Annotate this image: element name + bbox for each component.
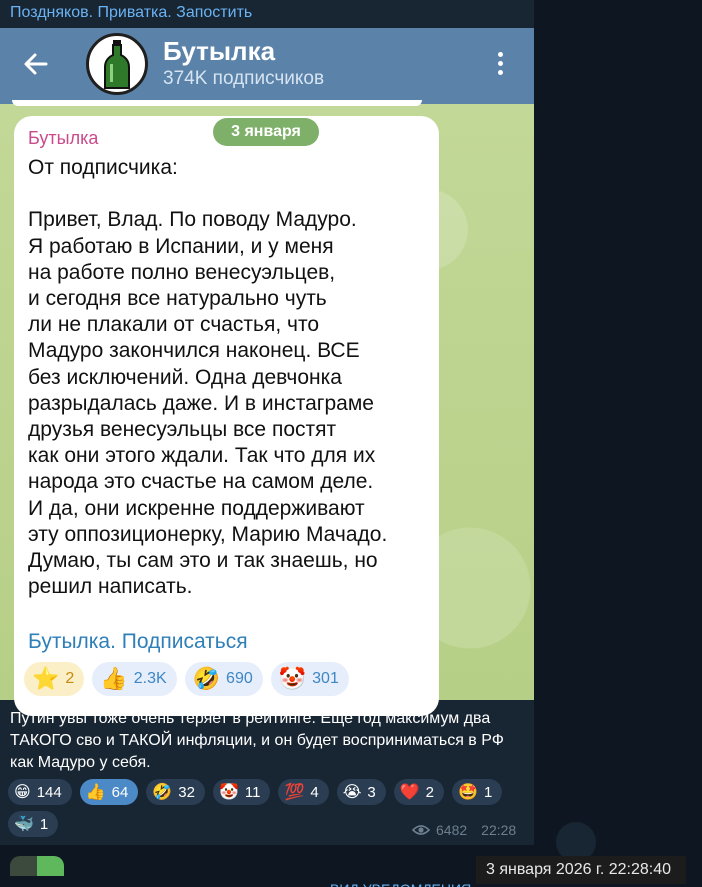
reaction-count: 690 [226,670,253,687]
channel-subscribers: 374K подписчиков [163,68,325,89]
eye-icon [412,825,430,835]
reaction-count: 64 [111,783,129,801]
reaction-count: 3 [367,783,376,801]
reaction-count: 2 [65,670,75,687]
reaction-count: 144 [36,783,62,801]
reaction-count: 1 [483,783,493,801]
reaction-clown[interactable]: 🤡 11 [212,779,271,805]
reaction-count: 32 [178,783,195,801]
back-arrow-icon [24,53,48,75]
next-message-avatar [10,856,64,876]
crying-face-icon: 😭 [342,784,362,801]
date-pill: 3 января [213,118,319,146]
reaction-star: ⭐ 2 [24,662,85,696]
cutoff-notification-text: ВИД УВЕДОМЛЕНИЯ [330,881,471,887]
post-author-header[interactable]: Поздняков. Приватка. Запостить [10,4,252,22]
red-heart-icon: ❤️ [399,784,420,801]
channel-avatar [86,33,148,95]
thumbs-up-icon: 👍 [100,666,128,691]
empty-chat-area [534,0,702,887]
whale-icon: 🐳 [14,816,34,833]
rofl-face-icon: 🤣 [152,784,173,801]
channel-post: Поздняков. Приватка. Запостить Бутылка 3… [0,0,534,887]
more-vert-icon [494,52,506,80]
reaction-heart[interactable]: ❤️ 2 [393,779,445,805]
reaction-rofl: 🤣 690 [184,662,263,696]
clown-face-icon: 🤡 [278,666,307,691]
thumbs-up-icon: 👍 [85,784,106,801]
clown-face-icon: 🤡 [218,784,239,801]
reaction-count: 2 [425,783,435,801]
screenshot-timestamp: 3 января 2026 г. 22:28:40 [476,856,686,884]
bottle-icon [104,40,130,89]
channel-app-bar: Бутылка 374K подписчиков [0,28,534,104]
reaction-count: 11 [244,783,261,801]
reaction-count: 1 [39,815,49,833]
screenshot-reactions: ⭐ 2 👍 2.3K 🤣 690 🤡 301 [24,662,349,696]
reaction-clown: 🤡 301 [270,662,349,696]
subscribe-link: Бутылка. Подписаться [28,630,248,653]
hundred-points-icon: 💯 [284,784,305,801]
reaction-count: 301 [312,670,339,687]
post-caption: Путин увы тоже очень теряет в рейтинге. … [10,710,504,771]
star-struck-icon: 🤩 [458,784,478,801]
view-count: 6482 [436,822,468,838]
reaction-thumbs-up[interactable]: 👍 64 [79,779,139,805]
reaction-count: 2.3K [133,670,167,687]
reaction-rofl[interactable]: 🤣 32 [146,779,205,805]
message-text: От подписчика: Привет, Влад. По поводу М… [28,156,388,599]
message-author: Бутылка [28,128,99,148]
reaction-grinning[interactable]: 😁 144 [8,779,72,805]
reaction-crying[interactable]: 😭 3 [336,779,386,805]
previous-message-edge [12,100,422,106]
reaction-whale[interactable]: 🐳 1 [8,811,59,837]
channel-title: Бутылка [163,36,276,66]
reaction-thumbs-up: 👍 2.3K [92,662,177,696]
reaction-star-struck[interactable]: 🤩 1 [452,779,503,805]
post-time: 22:28 [481,822,517,838]
grinning-face-icon: 😁 [14,784,31,801]
reaction-count: 4 [310,783,319,801]
post-meta: 6482 22:28 [412,822,516,838]
reaction-hundred[interactable]: 💯 4 [278,779,329,805]
star-icon: ⭐ [32,666,60,691]
rofl-face-icon: 🤣 [192,666,221,691]
